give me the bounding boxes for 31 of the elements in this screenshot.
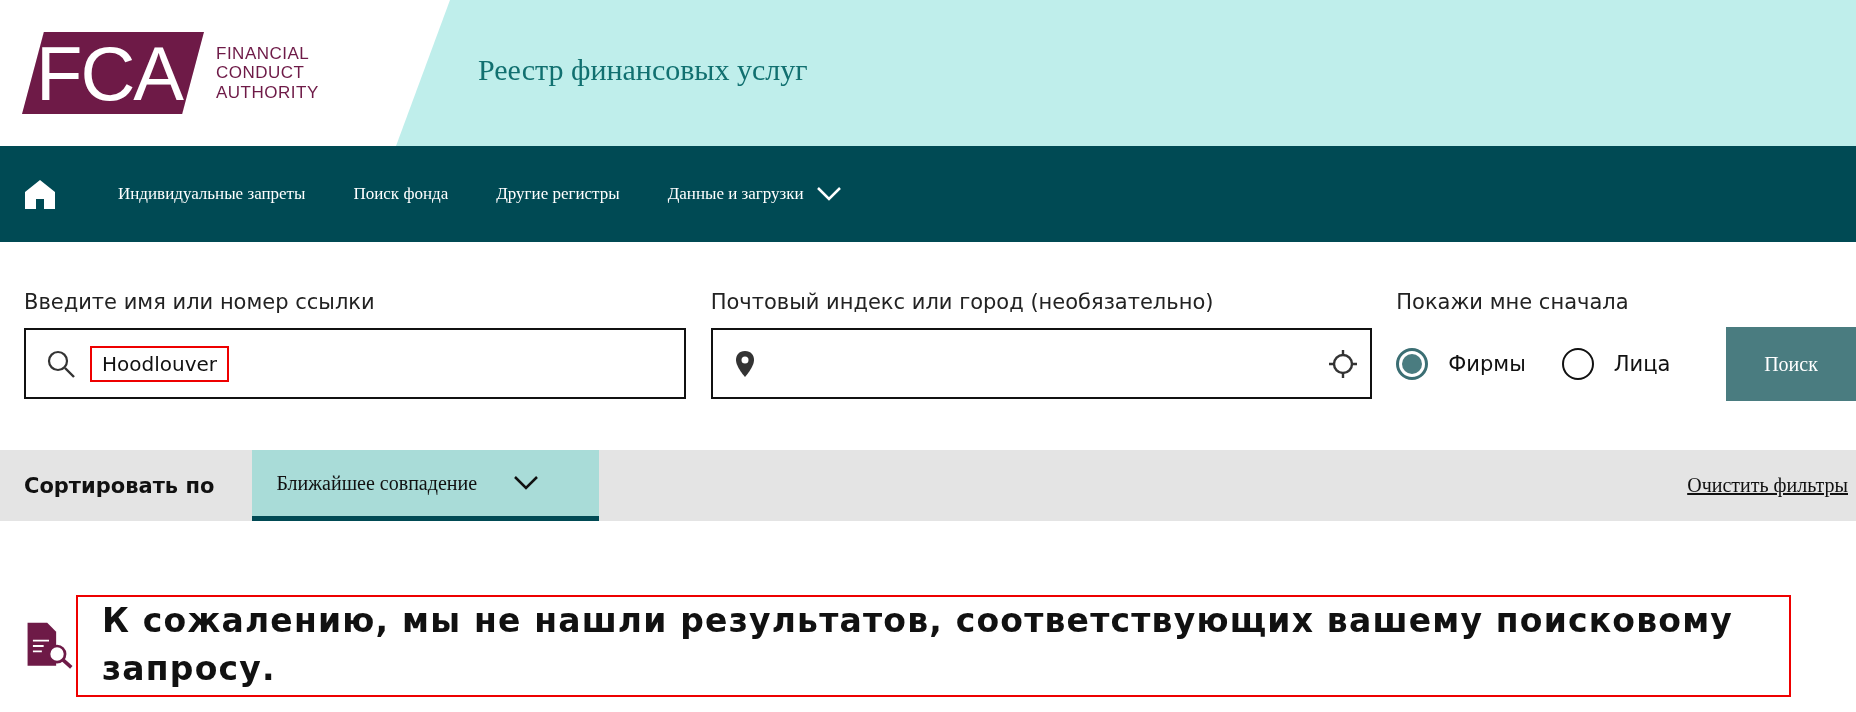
logo-mark: FCA <box>22 32 204 114</box>
radio-button[interactable] <box>1396 347 1429 380</box>
nav-link[interactable]: Индивидуальные запреты <box>118 184 306 204</box>
location-field[interactable] <box>710 328 1373 399</box>
fca-logo[interactable]: FCA FINANCIAL CONDUCT AUTHORITY <box>22 32 319 114</box>
crosshair-icon[interactable] <box>1328 348 1359 379</box>
logo-text: CONDUCT <box>216 63 306 83</box>
name-search-field[interactable]: Hoodlouver <box>24 328 686 399</box>
field-label: Введите имя или номер ссылки <box>24 290 376 314</box>
logo-text: FINANCIAL <box>216 43 311 64</box>
location-pin-icon <box>734 349 755 378</box>
radio-button[interactable] <box>1561 347 1594 380</box>
home-icon[interactable] <box>24 178 56 210</box>
chevron-icon <box>815 186 842 202</box>
search-button[interactable]: Поиск <box>1726 327 1856 401</box>
nav-link[interactable]: Данные и загрузки <box>667 184 842 204</box>
clear-filters-link[interactable]: Очистить фильтры <box>1687 474 1848 497</box>
radio-label: Фирмы <box>1448 351 1526 376</box>
logo-text: AUTHORITY <box>216 82 319 103</box>
sort-label: Сортировать по <box>24 473 215 498</box>
field-label: Покажи мне сначала <box>1396 290 1630 314</box>
search-value: Hoodlouver <box>90 345 230 382</box>
nav-link[interactable]: Поиск фонда <box>353 184 449 204</box>
search-icon <box>46 348 76 379</box>
nav-link[interactable]: Другие регистры <box>496 184 620 204</box>
page-title: Реестр финансовых услуг <box>478 53 808 87</box>
no-results-message: К сожалению, мы не нашли результатов, соответствующих вашему поисковому запросу. <box>76 595 1791 697</box>
field-label: Почтовый индекс или город (необязательно) <box>710 290 1215 314</box>
chevron-icon <box>513 475 540 491</box>
sort-dropdown[interactable]: Ближайшее совпадение <box>252 450 600 521</box>
radio-label: Лица <box>1613 351 1671 376</box>
